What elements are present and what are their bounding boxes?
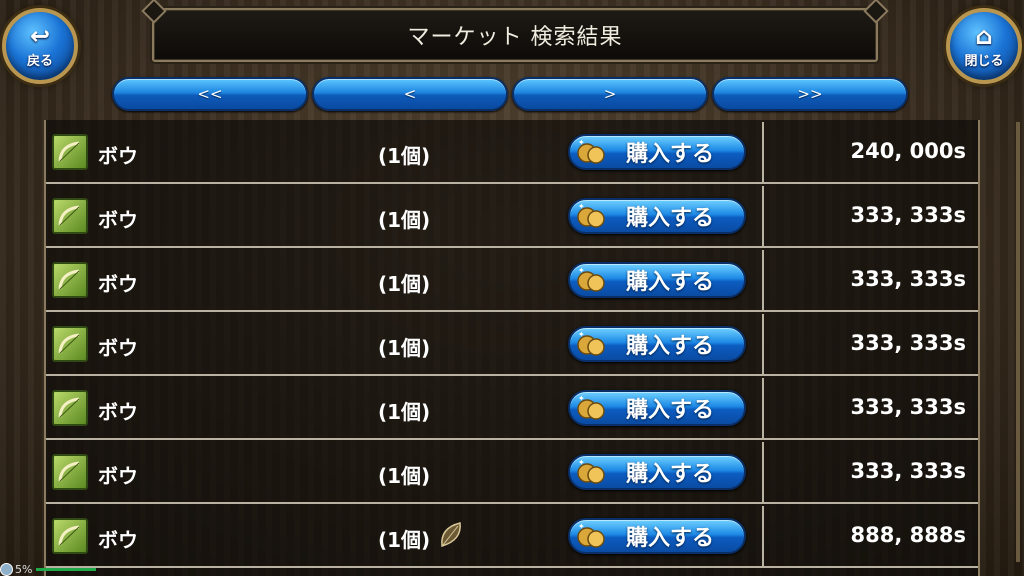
column-divider xyxy=(762,250,764,310)
bow-icon xyxy=(52,326,88,362)
buy-button[interactable]: ✦ 購入する xyxy=(568,198,746,234)
pagination: << < > >> xyxy=(112,77,908,111)
table-row: ボウ (1個) ✦ 購入する 240, 000s xyxy=(46,122,978,184)
item-price: 333, 333s xyxy=(850,459,966,483)
buy-label: 購入する xyxy=(626,398,715,423)
item-name: ボウ xyxy=(98,144,138,168)
battery-bar xyxy=(36,567,97,571)
bow-icon xyxy=(52,198,88,234)
item-price: 333, 333s xyxy=(850,203,966,227)
svg-text:✦: ✦ xyxy=(578,138,585,147)
bow-icon xyxy=(52,518,88,554)
svg-text:✦: ✦ xyxy=(578,266,585,275)
battery-text: 5% xyxy=(15,562,33,576)
table-row: ボウ (1個) ✦ 購入する 888, 888s xyxy=(46,506,978,568)
table-row: ボウ (1個) ✦ 購入する 333, 333s xyxy=(46,250,978,312)
item-price: 333, 333s xyxy=(850,331,966,355)
coin-icon: ✦ xyxy=(574,458,608,486)
table-row: ボウ (1個) ✦ 購入する 333, 333s xyxy=(46,314,978,376)
item-quantity: (1個) xyxy=(378,464,431,488)
item-quantity: (1個) xyxy=(378,528,431,552)
item-quantity: (1個) xyxy=(378,208,431,232)
bow-icon xyxy=(52,454,88,490)
close-button[interactable]: ⌂ 閉じる xyxy=(946,8,1022,84)
table-row: ボウ (1個) ✦ 購入する 333, 333s xyxy=(46,186,978,248)
table-row: ボウ (1個) ✦ 購入する 333, 333s xyxy=(46,378,978,440)
status-bar: 5% xyxy=(0,562,1024,576)
column-divider xyxy=(762,506,764,566)
bow-icon xyxy=(52,390,88,426)
buy-label: 購入する xyxy=(626,270,715,295)
next-page-button[interactable]: > xyxy=(512,77,708,111)
buy-label: 購入する xyxy=(626,142,715,167)
bow-icon xyxy=(52,262,88,298)
item-quantity: (1個) xyxy=(378,336,431,360)
buy-label: 購入する xyxy=(626,334,715,359)
item-name: ボウ xyxy=(98,400,138,424)
coin-icon: ✦ xyxy=(574,394,608,422)
svg-text:✦: ✦ xyxy=(578,202,585,211)
item-name: ボウ xyxy=(98,464,138,488)
bow-icon xyxy=(52,134,88,170)
svg-text:✦: ✦ xyxy=(578,330,585,339)
page-title: マーケット 検索結果 xyxy=(152,8,878,62)
column-divider xyxy=(762,122,764,182)
buy-label: 購入する xyxy=(626,206,715,231)
first-page-button[interactable]: << xyxy=(112,77,308,111)
column-divider xyxy=(762,378,764,438)
item-quantity: (1個) xyxy=(378,272,431,296)
buy-label: 購入する xyxy=(626,526,715,551)
prev-page-button[interactable]: < xyxy=(312,77,508,111)
buy-button[interactable]: ✦ 購入する xyxy=(568,518,746,554)
svg-text:✦: ✦ xyxy=(578,394,585,403)
leaf-icon xyxy=(441,522,461,547)
coin-icon: ✦ xyxy=(574,522,608,550)
close-label: 閉じる xyxy=(964,53,1004,69)
home-icon: ⌂ xyxy=(975,21,993,50)
back-label: 戻る xyxy=(26,53,53,69)
buy-button[interactable]: ✦ 購入する xyxy=(568,454,746,490)
item-name: ボウ xyxy=(98,208,138,232)
item-name: ボウ xyxy=(98,528,138,552)
buy-button[interactable]: ✦ 購入する xyxy=(568,390,746,426)
item-price: 333, 333s xyxy=(850,395,966,419)
coin-icon: ✦ xyxy=(574,330,608,358)
buy-label: 購入する xyxy=(626,462,715,487)
item-quantity: (1個) xyxy=(378,144,431,168)
item-quantity: (1個) xyxy=(378,400,431,424)
coin-icon: ✦ xyxy=(574,138,608,166)
page-title-text: マーケット 検索結果 xyxy=(407,25,623,50)
item-price: 240, 000s xyxy=(850,139,966,163)
column-divider xyxy=(762,314,764,374)
item-name: ボウ xyxy=(98,336,138,360)
scrollbar[interactable] xyxy=(1016,122,1020,562)
item-price: 333, 333s xyxy=(850,267,966,291)
table-row: ボウ (1個) ✦ 購入する 333, 333s xyxy=(46,442,978,504)
last-page-button[interactable]: >> xyxy=(712,77,908,111)
buy-button[interactable]: ✦ 購入する xyxy=(568,326,746,362)
svg-text:✦: ✦ xyxy=(578,522,585,531)
buy-button[interactable]: ✦ 購入する xyxy=(568,134,746,170)
coin-icon: ✦ xyxy=(574,266,608,294)
market-results-table: ボウ (1個) ✦ 購入する 240, 000s ボウ (1個) ✦ 購入する … xyxy=(44,120,980,576)
item-price: 888, 888s xyxy=(850,523,966,547)
column-divider xyxy=(762,186,764,246)
return-arrow-icon: ↩ xyxy=(29,21,51,50)
svg-text:✦: ✦ xyxy=(578,458,585,467)
item-name: ボウ xyxy=(98,272,138,296)
column-divider xyxy=(762,442,764,502)
back-button[interactable]: ↩ 戻る xyxy=(2,8,78,84)
buy-button[interactable]: ✦ 購入する xyxy=(568,262,746,298)
coin-icon: ✦ xyxy=(574,202,608,230)
battery-icon xyxy=(0,562,13,576)
